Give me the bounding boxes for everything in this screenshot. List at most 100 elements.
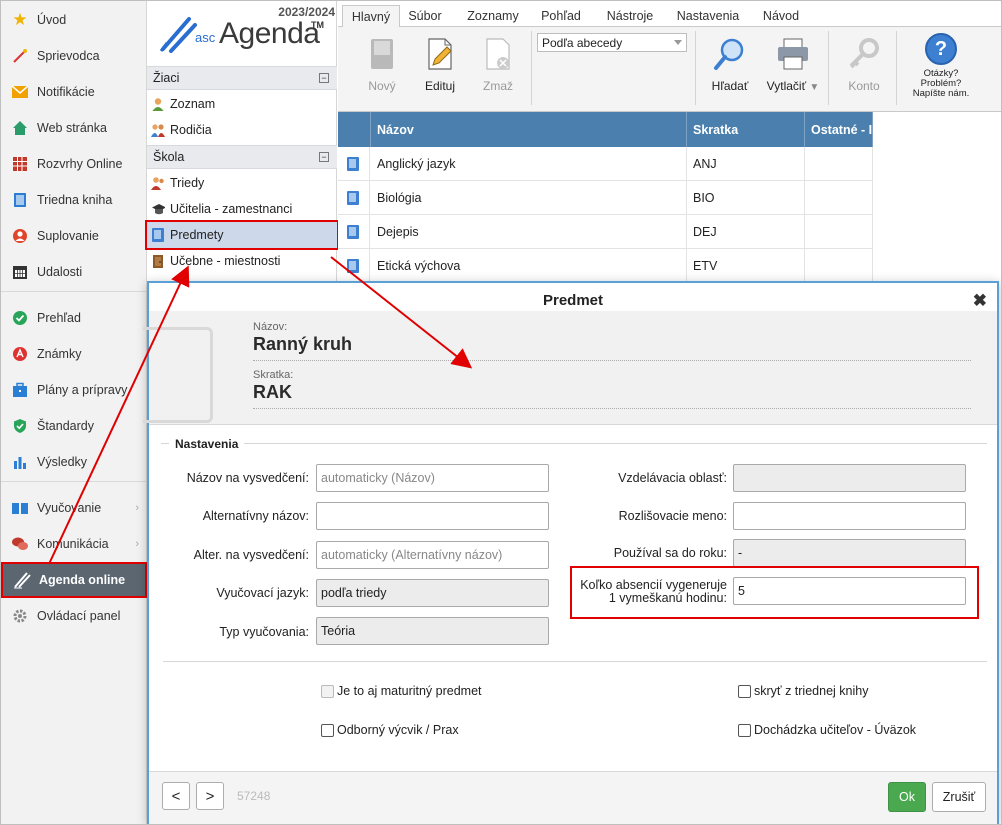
- teacher-attendance-checkbox[interactable]: Dochádzka učiteľov - Úväzok: [738, 723, 916, 737]
- label-absences: Koľko absencií vygeneruje 1 vymeškanú ho…: [580, 578, 727, 605]
- label-language: Vyučovací jazyk:: [216, 586, 309, 600]
- ribbon-divider: [828, 31, 829, 105]
- sidebar-divider: [1, 291, 147, 292]
- close-icon[interactable]: ✖: [973, 291, 987, 311]
- wizard-icon: [11, 47, 29, 65]
- checkbox-box[interactable]: [321, 723, 334, 737]
- table-row[interactable]: Dejepis DEJ: [338, 215, 873, 249]
- sidebar-item-komunikacia[interactable]: Komunikácia ›: [1, 527, 147, 561]
- bar-chart-icon: [11, 453, 29, 471]
- tab-nastroje[interactable]: Nástroje: [600, 5, 660, 27]
- tab-subor[interactable]: Súbor: [400, 5, 450, 27]
- chevron-right-icon: ›: [135, 538, 139, 550]
- tab-nastavenia[interactable]: Nastavenia: [672, 5, 744, 27]
- fieldset-line: [161, 443, 987, 444]
- help-button[interactable]: ? Otázky? Problém? Napíšte nám.: [901, 33, 981, 107]
- collapse-icon[interactable]: −: [319, 152, 329, 162]
- tab-pohlad[interactable]: Pohľad: [536, 5, 586, 27]
- sidebar-item-rozvrhy[interactable]: Rozvrhy Online: [1, 147, 147, 181]
- ribbon-divider: [695, 31, 696, 105]
- language-select[interactable]: podľa triedy: [316, 579, 549, 607]
- area-select[interactable]: [733, 464, 966, 492]
- ok-button[interactable]: Ok: [888, 782, 926, 812]
- nav-item-ucebne[interactable]: Učebne - miestnosti: [147, 248, 337, 274]
- sidebar-item-znamky[interactable]: Známky: [1, 337, 147, 371]
- account-button[interactable]: Konto: [838, 33, 890, 103]
- prev-button[interactable]: <: [162, 782, 190, 810]
- logo-pen-icon: [159, 17, 197, 53]
- next-button[interactable]: >: [196, 782, 224, 810]
- dialog-title: Predmet: [542, 292, 604, 309]
- sidebar-item-plany[interactable]: Plány a prípravy: [1, 373, 147, 407]
- table-row[interactable]: Etická výchova ETV: [338, 249, 873, 283]
- subject-book-icon: [338, 215, 370, 249]
- sidebar-item-notifikacie[interactable]: Notifikácie: [1, 75, 147, 109]
- used-until-select[interactable]: -: [733, 539, 966, 567]
- absences-input[interactable]: 5: [733, 577, 966, 605]
- key-icon: [849, 38, 879, 69]
- header-other[interactable]: Ostatné - I: [805, 112, 873, 147]
- sidebar-item-vysledky[interactable]: Výsledky: [1, 445, 147, 479]
- nav-section-skola[interactable]: Škola −: [147, 145, 337, 169]
- header-short[interactable]: Skratka: [687, 112, 805, 147]
- sidebar-item-suplovanie[interactable]: Suplovanie: [1, 219, 147, 253]
- nav-item-ucitelia[interactable]: Učitelia - zamestnanci: [147, 196, 337, 222]
- sidebar-item-udalosti[interactable]: Udalosti: [1, 255, 147, 289]
- dialog-header: Názov: Ranný kruh Skratka: RAK: [143, 311, 997, 425]
- shield-check-icon: [11, 417, 29, 435]
- checkbox-box[interactable]: [738, 684, 751, 698]
- app-window: ★ Úvod Sprievodca Notifikácie Web stránka…: [0, 0, 1002, 825]
- nav-section-ziaci[interactable]: Žiaci −: [147, 66, 337, 90]
- label-vysvedcenie: Názov na vysvedčení:: [186, 471, 309, 485]
- sidebar-item-standardy[interactable]: Štandardy: [1, 409, 147, 443]
- nav-item-triedy[interactable]: Triedy: [147, 170, 337, 196]
- nav-item-rodicia[interactable]: Rodičia: [147, 117, 337, 143]
- new-book-icon: [371, 39, 393, 69]
- sort-select[interactable]: Podľa abecedy: [537, 33, 687, 52]
- chevron-right-icon: ›: [135, 502, 139, 514]
- distinguish-input[interactable]: [733, 502, 966, 530]
- person-icon: [11, 227, 29, 245]
- grid-icon: [11, 155, 29, 173]
- table-row[interactable]: Biológia BIO: [338, 181, 873, 215]
- maturity-checkbox[interactable]: Je to aj maturitný predmet: [321, 684, 482, 698]
- sidebar-item-prehlad[interactable]: Prehľad: [1, 301, 147, 335]
- subject-dialog: Názov: Ranný kruh Skratka: RAK Predmet ✖…: [143, 281, 999, 824]
- tab-hlavny[interactable]: Hlavný: [342, 5, 400, 28]
- sidebar-item-agenda-online[interactable]: Agenda online: [1, 562, 147, 598]
- tab-navod[interactable]: Návod: [756, 5, 806, 27]
- sidebar-item-web-stranka[interactable]: Web stránka: [1, 111, 147, 145]
- cancel-button[interactable]: Zrušiť: [932, 782, 986, 812]
- hide-from-classbook-checkbox[interactable]: skryť z triednej knihy: [738, 684, 868, 698]
- sidebar-item-uvod[interactable]: ★ Úvod: [1, 3, 147, 37]
- class-icon: [151, 176, 165, 190]
- delete-button[interactable]: Zmaž: [472, 33, 524, 103]
- sidebar-item-sprievodca[interactable]: Sprievodca: [1, 39, 147, 73]
- sidebar-item-triedna-kniha[interactable]: Triedna kniha: [1, 183, 147, 217]
- edit-button[interactable]: Edituj: [414, 33, 466, 103]
- vocational-checkbox[interactable]: Odborný výcvik / Prax: [321, 723, 459, 737]
- teaching-type-select[interactable]: Teória: [316, 617, 549, 645]
- checkbox-box[interactable]: [321, 684, 334, 698]
- question-icon: ?: [925, 33, 957, 65]
- grade-icon: [11, 345, 29, 363]
- label-area: Vzdelávacia oblasť:: [618, 471, 727, 485]
- chevron-down-icon: [674, 40, 682, 45]
- header-name[interactable]: Názov: [371, 112, 687, 147]
- new-button[interactable]: Nový: [356, 33, 408, 103]
- collapse-icon[interactable]: −: [319, 73, 329, 83]
- report-name-input[interactable]: automaticky (Názov): [316, 464, 549, 492]
- table-row[interactable]: Anglický jazyk ANJ: [338, 147, 873, 181]
- sidebar-item-ovladaci-panel[interactable]: Ovládací panel: [1, 599, 147, 633]
- student-icon: [151, 97, 165, 111]
- nav-item-predmety[interactable]: Predmety: [145, 220, 339, 250]
- nav-item-zoznam[interactable]: Zoznam: [147, 91, 337, 117]
- alt-name-input[interactable]: [316, 502, 549, 530]
- sidebar-item-vyucovanie[interactable]: Vyučovanie ›: [1, 491, 147, 525]
- envelope-icon: [11, 83, 29, 101]
- checkbox-box[interactable]: [738, 723, 751, 737]
- search-button[interactable]: Hľadať: [704, 33, 756, 103]
- alt-report-name-input[interactable]: automaticky (Alternatívny názov): [316, 541, 549, 569]
- tab-zoznamy[interactable]: Zoznamy: [462, 5, 524, 27]
- print-button[interactable]: Vytlačiť ▼: [762, 33, 824, 103]
